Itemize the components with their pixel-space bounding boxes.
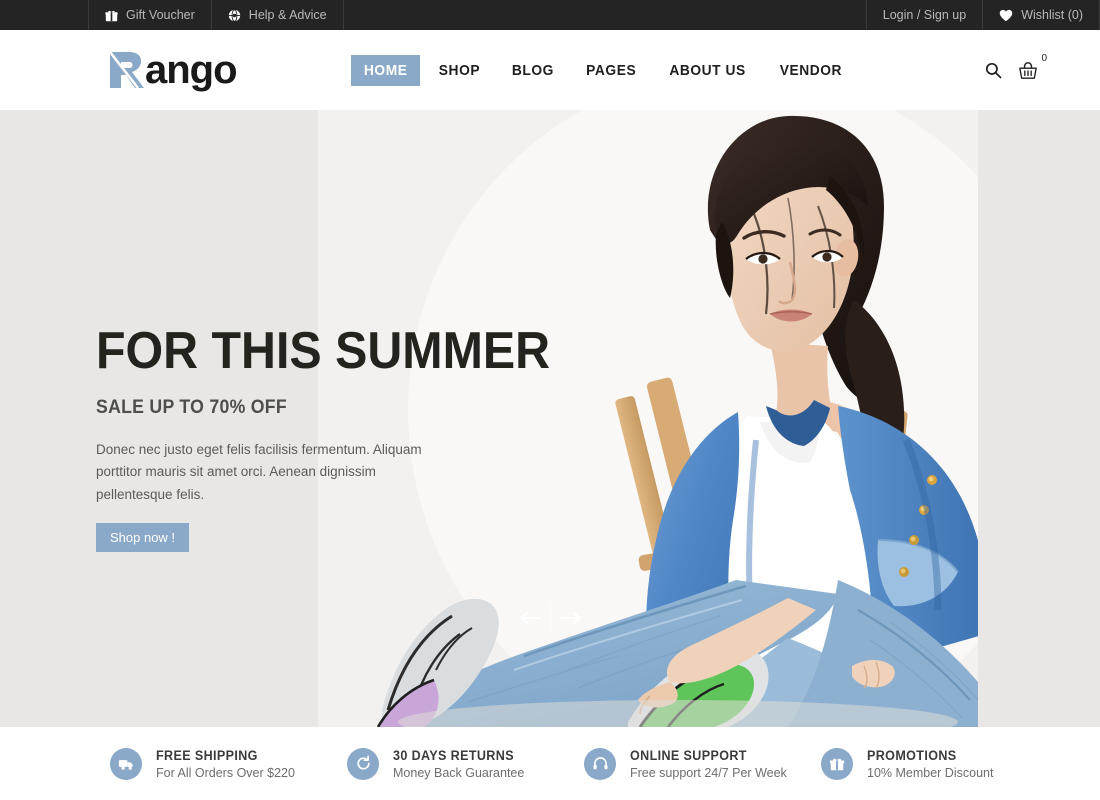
- return-icon: [347, 747, 379, 780]
- feature-30-days-returns-title: 30 DAYS RETURNS: [393, 747, 514, 763]
- nav-item-blog[interactable]: BLOG: [499, 55, 567, 86]
- feature-online-support-title: ONLINE SUPPORT: [630, 747, 747, 763]
- hero-subtitle: SALE UP TO 70% OFF: [96, 397, 287, 418]
- feature-free-shipping-title: FREE SHIPPING: [156, 747, 258, 763]
- help-globe-icon: [228, 8, 241, 22]
- top-bar-help-advice[interactable]: Help & Advice: [210, 0, 344, 30]
- feature-promotions: PROMOTIONS 10% Member Discount: [821, 747, 1058, 780]
- header-tools: 0: [985, 53, 1047, 80]
- top-bar-wishlist[interactable]: Wishlist (0): [982, 0, 1100, 30]
- logo-text: ango: [145, 48, 238, 92]
- nav-item-shop[interactable]: SHOP: [426, 55, 493, 86]
- logo-mark-icon: [108, 48, 144, 92]
- hero-copy: FOR THIS SUMMER SALE UP TO 70% OFF Donec…: [96, 322, 551, 552]
- feature-online-support: ONLINE SUPPORT Free support 24/7 Per Wee…: [584, 747, 821, 780]
- feature-bar: FREE SHIPPING For All Orders Over $220 3…: [0, 727, 1100, 800]
- nav-item-pages[interactable]: PAGES: [573, 55, 649, 86]
- top-bar-gift-voucher-label: Gift Voucher: [126, 8, 195, 22]
- feature-30-days-returns-subtitle: Money Back Guarantee: [393, 765, 525, 780]
- shop-now-button[interactable]: Shop now !: [96, 522, 190, 552]
- hero-title: FOR THIS SUMMER: [96, 322, 551, 380]
- cart-basket-icon[interactable]: 0: [1018, 53, 1047, 80]
- gift-icon: [105, 9, 118, 22]
- top-bar-login-signup-label: Login / Sign up: [882, 8, 967, 22]
- top-bar-login-signup[interactable]: Login / Sign up: [865, 0, 982, 30]
- top-bar-gift-voucher[interactable]: Gift Voucher: [88, 0, 211, 30]
- top-bar: Gift Voucher Help & Advice Login / Sign …: [0, 0, 1100, 30]
- site-header: ango HOME SHOP BLOG PAGES ABOUT US VENDO…: [0, 30, 1100, 110]
- nav-item-vendor[interactable]: VENDOR: [767, 55, 855, 86]
- nav-item-about-us[interactable]: ABOUT US: [656, 55, 758, 86]
- carousel-prev-arrow-icon[interactable]: [510, 601, 550, 635]
- carousel-next-arrow-icon[interactable]: [550, 601, 590, 635]
- headset-icon: [584, 747, 616, 780]
- cart-count-badge: 0: [1041, 52, 1047, 64]
- logo[interactable]: ango: [108, 48, 238, 92]
- top-bar-right-group: Login / Sign up Wishlist (0): [865, 0, 1100, 30]
- main-navigation: HOME SHOP BLOG PAGES ABOUT US VENDOR: [348, 54, 859, 86]
- search-icon[interactable]: [985, 62, 1002, 79]
- gift-icon: [821, 747, 853, 780]
- heart-icon: [999, 9, 1013, 22]
- hero-carousel-controls: [510, 601, 590, 635]
- feature-online-support-subtitle: Free support 24/7 Per Week: [630, 765, 787, 780]
- top-bar-left-group: Gift Voucher Help & Advice: [88, 0, 344, 30]
- hero-description: Donec nec justo eget felis facilisis fer…: [96, 442, 422, 502]
- feature-promotions-subtitle: 10% Member Discount: [867, 765, 994, 780]
- nav-item-home[interactable]: HOME: [350, 54, 420, 86]
- truck-icon: [110, 747, 142, 780]
- top-bar-help-advice-label: Help & Advice: [248, 8, 327, 22]
- hero-banner: FOR THIS SUMMER SALE UP TO 70% OFF Donec…: [0, 110, 1100, 727]
- feature-free-shipping: FREE SHIPPING For All Orders Over $220: [110, 747, 347, 780]
- feature-promotions-title: PROMOTIONS: [867, 747, 957, 763]
- feature-30-days-returns: 30 DAYS RETURNS Money Back Guarantee: [347, 747, 584, 780]
- top-bar-wishlist-label: Wishlist (0): [1021, 8, 1083, 22]
- feature-free-shipping-subtitle: For All Orders Over $220: [156, 765, 295, 780]
